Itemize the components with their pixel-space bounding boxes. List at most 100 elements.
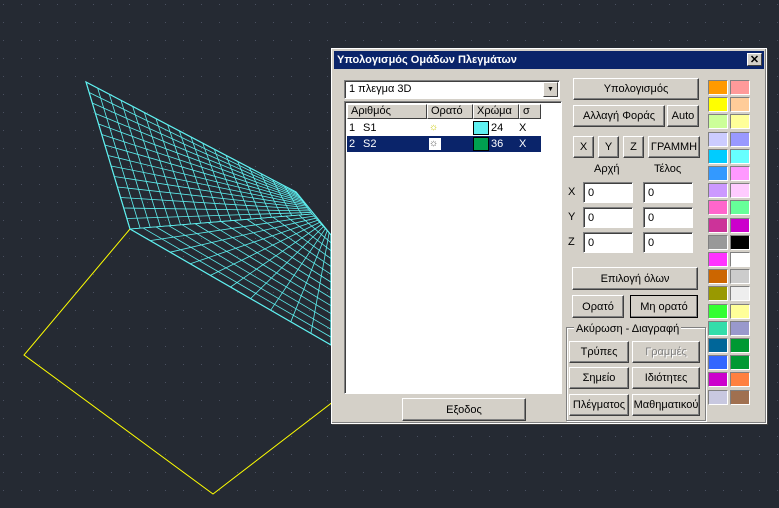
close-button[interactable]: ✕ [747, 53, 762, 66]
axis-label-z: Z [568, 236, 575, 248]
line-button[interactable]: ΓΡΑΜΜΗ [648, 136, 700, 158]
header-number[interactable]: Αριθμός [347, 104, 427, 119]
palette-color-swatch[interactable] [708, 252, 728, 267]
row-color-value: 36 [491, 138, 504, 150]
palette-color-swatch[interactable] [730, 97, 750, 113]
palette-color-swatch[interactable] [708, 166, 728, 181]
palette-color-swatch[interactable] [730, 114, 750, 130]
cyan-mesh [85, 80, 332, 347]
start-label: Αρχή [594, 163, 620, 175]
header-color[interactable]: Χρώμα [473, 104, 519, 119]
palette-color-swatch[interactable] [730, 338, 750, 353]
palette-color-swatch[interactable] [730, 286, 750, 302]
z-start-value: 0 [588, 237, 595, 249]
exit-button[interactable]: Εξοδος [402, 398, 526, 421]
palette-color-swatch[interactable] [730, 217, 750, 233]
palette-color-swatch[interactable] [730, 166, 750, 181]
axis-z-button[interactable]: Z [623, 136, 644, 158]
mathematical-button[interactable]: Μαθηματικού [632, 394, 700, 416]
mesh-groups-dialog: Υπολογισμός Ομάδων Πλεγμάτων ✕ 1 πλεγμα … [331, 48, 767, 424]
palette-color-swatch[interactable] [730, 303, 750, 319]
palette-color-swatch[interactable] [708, 303, 728, 319]
axis-label-y: Y [568, 211, 576, 223]
palette-color-swatch[interactable] [708, 114, 728, 130]
mesh-line [104, 144, 303, 202]
list-item[interactable]: 1 S1 ☼ 24 X [347, 120, 541, 136]
mesh-line [114, 176, 307, 207]
not-visible-button[interactable]: Μη ορατό [630, 295, 698, 318]
yellow-outline [23, 228, 339, 495]
row-sigma: X [519, 138, 527, 150]
mesh-line [190, 219, 318, 265]
axis-x-button[interactable]: X [573, 136, 594, 158]
mesh-outline [85, 80, 332, 347]
compute-button[interactable]: Υπολογισμός [573, 78, 699, 100]
palette-color-swatch[interactable] [708, 355, 728, 371]
palette-color-swatch[interactable] [730, 269, 750, 285]
auto-button[interactable]: Auto [667, 105, 699, 127]
axis-y-button[interactable]: Y [598, 136, 619, 158]
palette-color-swatch[interactable] [708, 217, 728, 233]
palette-color-swatch[interactable] [708, 372, 728, 388]
mesh-line [98, 123, 301, 199]
list-item[interactable]: 2 S2 ☼ 36 X [347, 136, 541, 152]
y-start-field[interactable]: 0 [583, 207, 633, 228]
color-swatch[interactable] [473, 137, 489, 151]
y-start-value: 0 [588, 212, 595, 224]
header-sigma[interactable]: σ [519, 104, 541, 119]
palette-color-swatch[interactable] [708, 269, 728, 285]
palette-color-swatch[interactable] [708, 338, 728, 353]
x-end-field[interactable]: 0 [643, 182, 693, 203]
row-sigma: X [519, 122, 527, 134]
z-end-field[interactable]: 0 [643, 232, 693, 253]
palette-color-swatch[interactable] [730, 372, 750, 388]
palette-color-swatch[interactable] [708, 320, 728, 336]
palette-color-swatch[interactable] [730, 252, 750, 267]
palette-color-swatch[interactable] [730, 183, 750, 199]
palette-color-swatch[interactable] [730, 148, 750, 164]
properties-button[interactable]: Ιδιότητες [632, 367, 700, 389]
sun-icon[interactable]: ☼ [429, 122, 438, 133]
x-start-value: 0 [588, 187, 595, 199]
palette-color-swatch[interactable] [730, 389, 750, 405]
mesh-button[interactable]: Πλέγματος [569, 394, 629, 416]
palette-color-swatch[interactable] [730, 320, 750, 336]
x-end-value: 0 [648, 187, 655, 199]
axis-label-x: X [568, 186, 576, 198]
visible-button[interactable]: Ορατό [572, 295, 624, 318]
palette-color-swatch[interactable] [708, 200, 728, 216]
palette-color-swatch[interactable] [730, 355, 750, 371]
holes-button[interactable]: Τρύπες [569, 341, 629, 363]
end-label: Τέλος [654, 163, 682, 175]
mesh-group-list[interactable]: Αριθμός Ορατό Χρώμα σ 1 S1 ☼ 24 X 2 S2 ☼… [344, 101, 562, 394]
color-swatch[interactable] [473, 121, 489, 135]
chevron-down-icon[interactable]: ▼ [543, 82, 558, 97]
header-visible[interactable]: Ορατό [427, 104, 473, 119]
palette-color-swatch[interactable] [708, 148, 728, 164]
mesh-select[interactable]: 1 πλεγμα 3D ▼ [344, 80, 560, 99]
z-start-field[interactable]: 0 [583, 232, 633, 253]
palette-color-swatch[interactable] [730, 131, 750, 147]
cancel-delete-group-title: Ακύρωση - Διαγραφή [574, 323, 682, 335]
point-button[interactable]: Σημείο [569, 367, 629, 389]
dialog-title: Υπολογισμός Ομάδων Πλεγμάτων [337, 54, 517, 66]
palette-color-swatch[interactable] [708, 234, 728, 250]
palette-color-swatch[interactable] [708, 97, 728, 113]
change-direction-button[interactable]: Αλλαγή Φοράς [573, 105, 665, 127]
select-all-button[interactable]: Επιλογή όλων [572, 267, 698, 290]
row-number: 1 [349, 122, 356, 134]
lines-button[interactable]: Γραμμές [632, 341, 700, 363]
palette-color-swatch[interactable] [708, 286, 728, 302]
palette-color-swatch[interactable] [708, 183, 728, 199]
sun-icon[interactable]: ☼ [429, 138, 441, 150]
palette-color-swatch[interactable] [708, 80, 728, 95]
dialog-titlebar: Υπολογισμός Ομάδων Πλεγμάτων [334, 51, 764, 69]
palette-color-swatch[interactable] [708, 131, 728, 147]
row-name: S1 [363, 122, 377, 134]
palette-color-swatch[interactable] [730, 200, 750, 216]
y-end-field[interactable]: 0 [643, 207, 693, 228]
x-start-field[interactable]: 0 [583, 182, 633, 203]
palette-color-swatch[interactable] [708, 389, 728, 405]
palette-color-swatch[interactable] [730, 80, 750, 95]
palette-color-swatch[interactable] [730, 234, 750, 250]
